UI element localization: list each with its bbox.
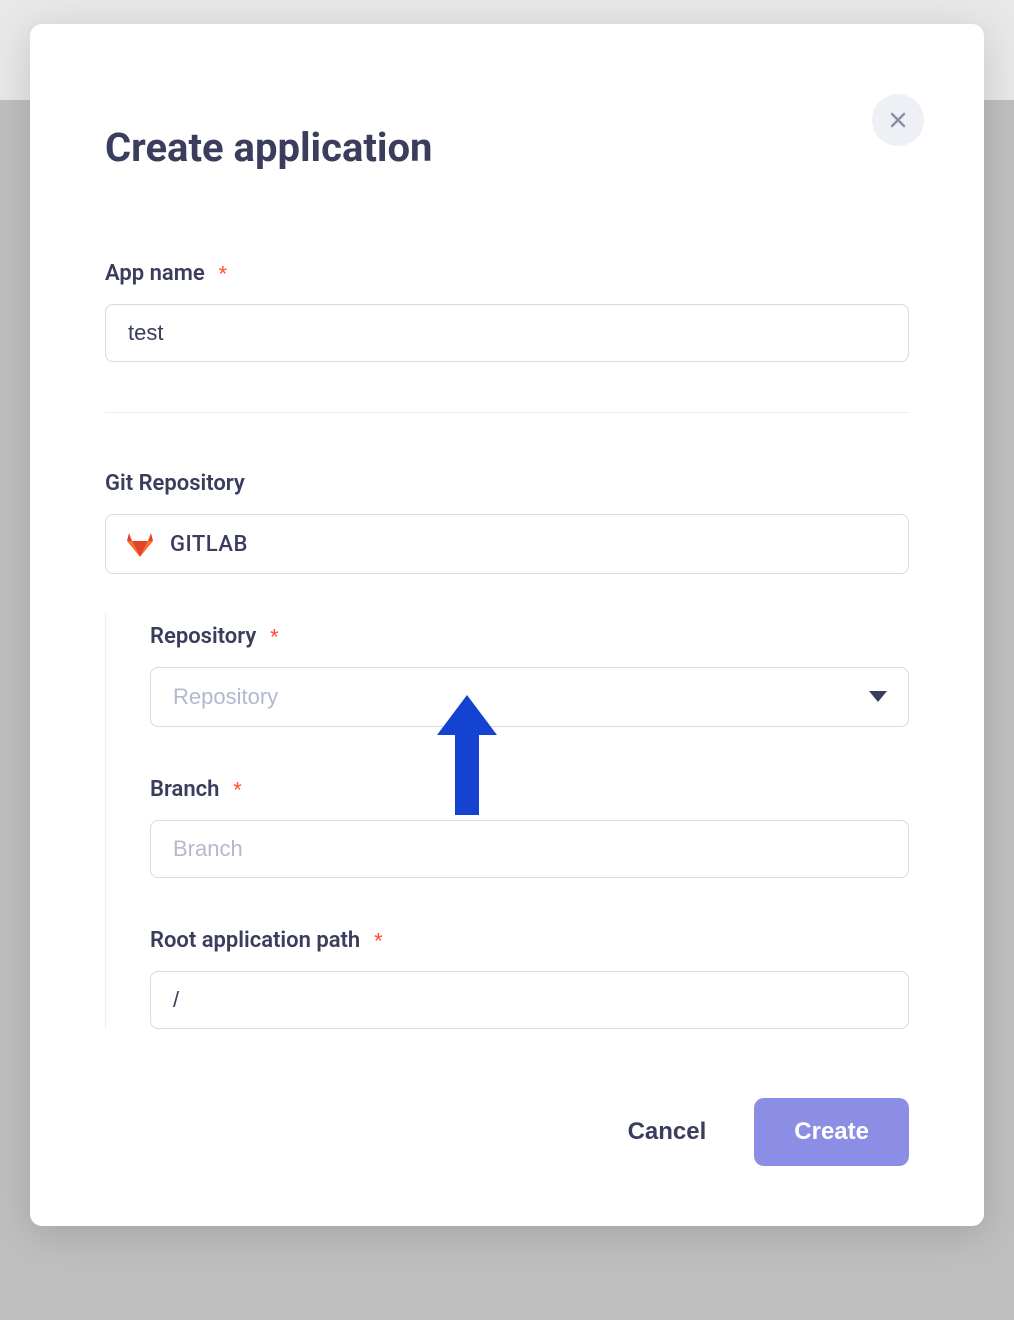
root-path-input[interactable]	[150, 971, 909, 1029]
required-indicator: *	[374, 930, 382, 951]
repository-field-group: Repository * Repository	[150, 624, 909, 727]
git-repository-section: Git Repository GITLAB Repository *	[105, 471, 909, 1029]
app-name-label: App name *	[105, 261, 909, 286]
branch-input[interactable]	[150, 820, 909, 878]
gitlab-icon	[124, 528, 156, 560]
repo-details-section: Repository * Repository Branch *	[105, 614, 909, 1029]
branch-field-group: Branch *	[150, 777, 909, 878]
root-path-label: Root application path *	[150, 928, 909, 953]
app-name-field-group: App name *	[105, 261, 909, 362]
cancel-button[interactable]: Cancel	[628, 1118, 707, 1146]
repository-select[interactable]: Repository	[150, 667, 909, 727]
root-path-label-text: Root application path	[150, 928, 360, 953]
branch-label: Branch *	[150, 777, 909, 802]
create-button[interactable]: Create	[754, 1098, 909, 1166]
divider	[105, 412, 909, 413]
git-provider-select[interactable]: GITLAB	[105, 514, 909, 574]
required-indicator: *	[233, 779, 241, 800]
repository-select-wrap: Repository	[150, 667, 909, 727]
app-name-input[interactable]	[105, 304, 909, 362]
repository-placeholder: Repository	[173, 684, 278, 709]
close-icon	[886, 108, 910, 132]
app-name-label-text: App name	[105, 261, 205, 286]
required-indicator: *	[270, 626, 278, 647]
repository-label: Repository *	[150, 624, 909, 649]
required-indicator: *	[219, 263, 227, 284]
git-provider-label: GITLAB	[170, 532, 248, 557]
modal-footer: Cancel Create	[628, 1098, 909, 1166]
git-repository-label: Git Repository	[105, 471, 909, 496]
close-button[interactable]	[872, 94, 924, 146]
branch-label-text: Branch	[150, 777, 219, 802]
git-repository-label-text: Git Repository	[105, 471, 245, 496]
create-application-modal: Create application App name * Git Reposi…	[30, 24, 984, 1226]
repository-label-text: Repository	[150, 624, 256, 649]
root-path-field-group: Root application path *	[150, 928, 909, 1029]
modal-title: Create application	[105, 124, 909, 171]
